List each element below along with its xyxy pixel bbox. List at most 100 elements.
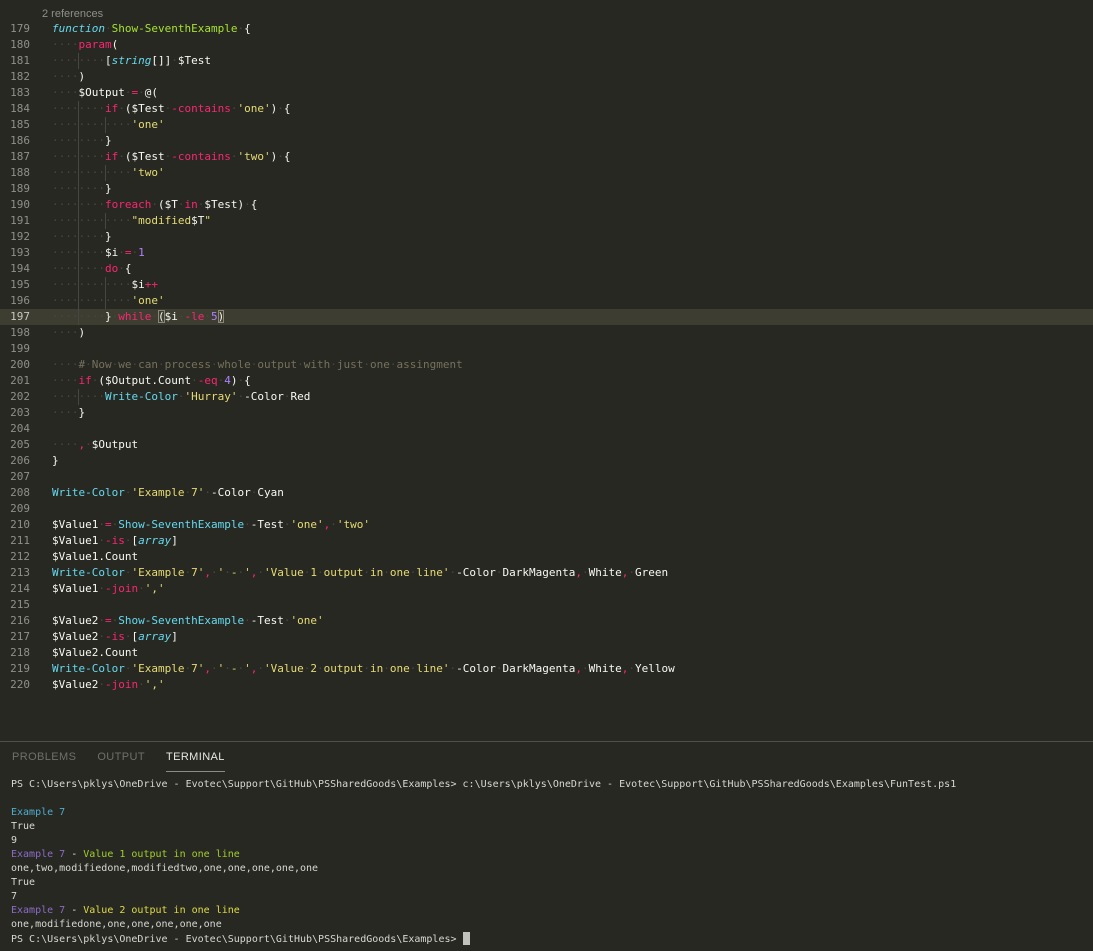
line-number[interactable]: 187 [0,149,30,165]
code-line[interactable]: 198····) [0,325,1093,341]
whitespace-dots: · [330,518,337,531]
line-number[interactable]: 220 [0,677,30,693]
tab-problems[interactable]: PROBLEMS [12,742,76,772]
line-number[interactable]: 201 [0,373,30,389]
line-number[interactable]: 183 [0,85,30,101]
line-number[interactable]: 199 [0,341,30,357]
line-number[interactable]: 214 [0,581,30,597]
code-line[interactable]: 188············'two' [0,165,1093,181]
code-line[interactable]: 204 [0,421,1093,437]
code-line[interactable]: 202········Write-Color·'Hurray'·-Color·R… [0,389,1093,405]
code-line[interactable]: 209 [0,501,1093,517]
line-number[interactable]: 208 [0,485,30,501]
code-line[interactable]: 196············'one' [0,293,1093,309]
line-number[interactable]: 200 [0,357,30,373]
line-number[interactable]: 180 [0,37,30,53]
line-number[interactable]: 182 [0,69,30,85]
code-line[interactable]: 203····} [0,405,1093,421]
line-number[interactable]: 189 [0,181,30,197]
line-number[interactable]: 197 [0,309,30,325]
whitespace-dots: · [118,102,125,115]
line-number[interactable]: 217 [0,629,30,645]
code-line[interactable]: 194········do·{ [0,261,1093,277]
line-number[interactable]: 185 [0,117,30,133]
line-number[interactable]: 186 [0,133,30,149]
code-line[interactable]: 210 $Value1·=·Show-SeventhExample·-Test·'… [0,517,1093,533]
code-line[interactable]: 206} [0,453,1093,469]
code-line[interactable]: 192········} [0,229,1093,245]
code-line[interactable]: 190········foreach·($T·in·$Test)·{ [0,197,1093,213]
code-text: ············"modified$T" [52,213,211,229]
whitespace-dots: · [138,582,145,595]
code-text: $Value1·=·Show-SeventhExample·-Test·'one… [52,517,370,533]
line-number[interactable]: 219 [0,661,30,677]
code-line[interactable]: 217$Value2·-is·[array] [0,629,1093,645]
line-number[interactable]: 198 [0,325,30,341]
code-line[interactable]: 200····#·Now·we·can·process·whole·output… [0,357,1093,373]
code-line[interactable]: 201····if·($Output.Count·-eq·4)·{ [0,373,1093,389]
whitespace-dots: · [317,566,324,579]
code-text: $Value2.Count [52,645,138,661]
line-number[interactable]: 196 [0,293,30,309]
code-line[interactable]: 218 $Value2.Count [0,645,1093,661]
code-line[interactable]: 220$Value2·-join·',' [0,677,1093,693]
line-number[interactable]: 195 [0,277,30,293]
tab-output[interactable]: OUTPUT [97,742,145,772]
tab-terminal[interactable]: TERMINAL [166,742,225,772]
line-number[interactable]: 210 [0,517,30,533]
code-line[interactable]: 191 ············"modified$T" [0,213,1093,229]
code-line[interactable]: 186········} [0,133,1093,149]
code-line[interactable]: 183····$Output·=·@( [0,85,1093,101]
code-line[interactable]: 208Write-Color·'Example·7'·-Color·Cyan [0,485,1093,501]
codelens-references[interactable]: 2 references [42,6,103,22]
code-line[interactable]: 181········[string[]]·$Test [0,53,1093,69]
line-number[interactable]: 206 [0,453,30,469]
line-number[interactable]: 209 [0,501,30,517]
whitespace-dots: ···· [52,406,79,419]
line-number[interactable]: 193 [0,245,30,261]
line-number[interactable]: 205 [0,437,30,453]
line-number[interactable]: 213 [0,565,30,581]
code-line[interactable]: 205····,·$Output [0,437,1093,453]
code-line[interactable]: 185············'one' [0,117,1093,133]
code-line[interactable]: 187········if·($Test·-contains·'two')·{ [0,149,1093,165]
code-line[interactable]: 195············$i++ [0,277,1093,293]
line-number[interactable]: 190 [0,197,30,213]
code-line[interactable]: 197········}·while·($i·-le·5) [0,309,1093,325]
code-line[interactable]: 207 [0,469,1093,485]
code-line[interactable]: 213Write-Color·'Example·7',·'·-·',·'Valu… [0,565,1093,581]
code-line[interactable]: 214$Value1·-join·',' [0,581,1093,597]
line-number[interactable]: 215 [0,597,30,613]
code-line[interactable]: 199 [0,341,1093,357]
editor[interactable]: 1782 references179function·Show-SeventhE… [0,0,1093,741]
code-line[interactable]: 184········if·($Test·-contains·'one')·{ [0,101,1093,117]
code-line[interactable]: 215 [0,597,1093,613]
code-line[interactable]: 193········$i·=·1 [0,245,1093,261]
line-number[interactable]: 216 [0,613,30,629]
code-line[interactable]: 189········} [0,181,1093,197]
line-number[interactable]: 179 [0,21,30,37]
line-number[interactable]: 203 [0,405,30,421]
terminal-output[interactable]: PS C:\Users\pklys\OneDrive - Evotec\Supp… [0,772,1093,946]
line-number[interactable]: 181 [0,53,30,69]
line-number[interactable]: 192 [0,229,30,245]
line-number[interactable]: 184 [0,101,30,117]
code-text: ····param( [52,37,118,53]
line-number[interactable]: 211 [0,533,30,549]
line-number[interactable]: 207 [0,469,30,485]
line-number[interactable]: 212 [0,549,30,565]
code-line[interactable]: 212$Value1.Count [0,549,1093,565]
line-number[interactable]: 194 [0,261,30,277]
code-line[interactable]: 211$Value1·-is·[array] [0,533,1093,549]
line-number[interactable]: 218 [0,645,30,661]
line-number[interactable]: 202 [0,389,30,405]
line-number[interactable]: 204 [0,421,30,437]
code-text: ····) [52,69,85,85]
code-line[interactable]: 180 ····param( [0,37,1093,53]
code-line[interactable]: 182 ····) [0,69,1093,85]
code-line[interactable]: 179function·Show-SeventhExample·{ [0,21,1093,37]
code-line[interactable]: 219Write-Color·'Example·7',·'·-·',·'Valu… [0,661,1093,677]
line-number[interactable]: 191 [0,213,30,229]
code-line[interactable]: 216$Value2·=·Show-SeventhExample·-Test·'… [0,613,1093,629]
line-number[interactable]: 188 [0,165,30,181]
